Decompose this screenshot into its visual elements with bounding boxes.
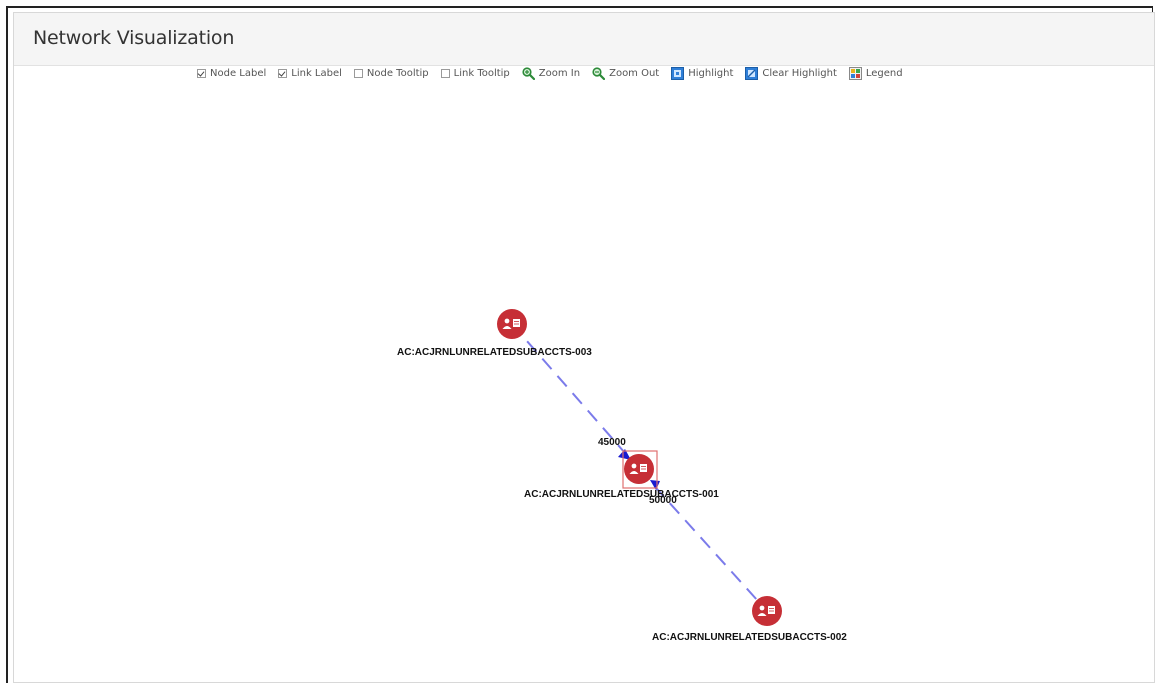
link-label-003-001: 45000: [598, 437, 626, 448]
node-circle[interactable]: [752, 596, 782, 626]
graph-node-002[interactable]: AC:ACJRNLUNRELATEDSUBACCTS-002: [652, 596, 847, 643]
node-circle[interactable]: [497, 309, 527, 339]
node-label-002: AC:ACJRNLUNRELATEDSUBACCTS-002: [652, 632, 847, 643]
node-label-003: AC:ACJRNLUNRELATEDSUBACCTS-003: [397, 347, 592, 358]
graph-node-001[interactable]: AC:ACJRNLUNRELATEDSUBACCTS-001: [524, 450, 719, 500]
node-circle[interactable]: [624, 454, 654, 484]
node-label-001: AC:ACJRNLUNRELATEDSUBACCTS-001: [524, 489, 719, 500]
network-graph-canvas[interactable]: 45000 50000 AC:ACJRNLUNRELATEDSUBACCTS-0…: [0, 0, 1155, 683]
graph-node-003[interactable]: AC:ACJRNLUNRELATEDSUBACCTS-003: [397, 309, 592, 358]
